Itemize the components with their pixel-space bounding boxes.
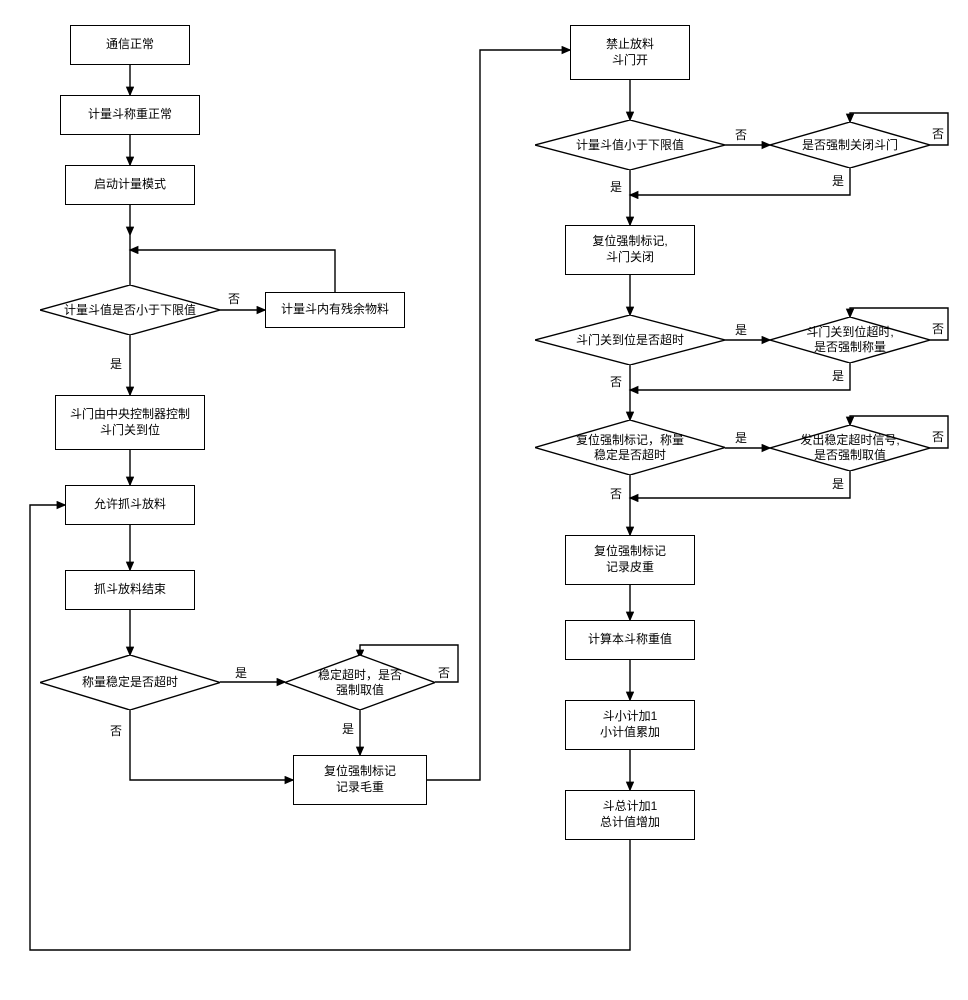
label-yes: 是	[832, 172, 844, 189]
label-yes: 是	[832, 367, 844, 384]
decision-lower-limit: 计量斗值是否小于下限值	[40, 285, 220, 335]
label-yes: 是	[832, 475, 844, 492]
decision-force-weigh: 斗门关到位超时, 是否强制称量	[770, 317, 930, 363]
label-yes: 是	[342, 720, 354, 737]
text: 斗小计加1 小计值累加	[600, 709, 660, 740]
text: 复位强制标记 记录皮重	[594, 544, 666, 575]
label-no: 否	[932, 125, 944, 142]
node-no-discharge-open: 禁止放料 斗门开	[570, 25, 690, 80]
text: 是否强制关闭斗门	[788, 138, 912, 153]
text: 斗门由中央控制器控制 斗门关到位	[70, 407, 190, 438]
text: 称量稳定是否超时	[68, 675, 192, 690]
text: 抓斗放料结束	[94, 582, 166, 598]
text: 通信正常	[106, 37, 154, 53]
label-no: 否	[438, 664, 450, 681]
decision-reset-stable-timeout: 复位强制标记，称量 稳定是否超时	[535, 420, 725, 475]
node-residual: 计量斗内有残余物料	[265, 292, 405, 328]
text: 复位强制标记 记录毛重	[324, 764, 396, 795]
label-yes: 是	[735, 429, 747, 446]
decision-force-close-door: 是否强制关闭斗门	[770, 122, 930, 168]
label-no: 否	[932, 428, 944, 445]
text: 计量斗称重正常	[88, 107, 172, 123]
text: 斗门关到位是否超时	[562, 333, 698, 348]
text: 允许抓斗放料	[94, 497, 166, 513]
text: 计量斗值是否小于下限值	[50, 303, 210, 318]
decision-close-timeout: 斗门关到位是否超时	[535, 315, 725, 365]
label-yes: 是	[735, 321, 747, 338]
label-yes: 是	[610, 178, 622, 195]
text: 禁止放料 斗门开	[606, 37, 654, 68]
text: 复位强制标记，称量 稳定是否超时	[562, 433, 698, 463]
text: 发出稳定超时信号, 是否强制取值	[786, 433, 913, 463]
text: 斗总计加1 总计值增加	[600, 799, 660, 830]
decision-r-lower-limit: 计量斗值小于下限值	[535, 120, 725, 170]
node-comm-normal: 通信正常	[70, 25, 190, 65]
text: 稳定超时，是否 强制取值	[304, 668, 416, 698]
text: 复位强制标记, 斗门关闭	[592, 234, 667, 265]
flowchart-canvas: 通信正常 计量斗称重正常 启动计量模式 计量斗值是否小于下限值 计量斗内有残余物…	[10, 10, 958, 990]
node-discharge-done: 抓斗放料结束	[65, 570, 195, 610]
node-weigh-normal: 计量斗称重正常	[60, 95, 200, 135]
text: 启动计量模式	[94, 177, 166, 193]
label-yes: 是	[110, 355, 122, 372]
text: 计算本斗称重值	[588, 632, 672, 648]
label-no: 否	[228, 290, 240, 307]
label-no: 否	[110, 722, 122, 739]
node-start-mode: 启动计量模式	[65, 165, 195, 205]
node-allow-discharge: 允许抓斗放料	[65, 485, 195, 525]
text: 计量斗内有残余物料	[281, 302, 389, 318]
label-no: 否	[610, 485, 622, 502]
text: 计量斗值小于下限值	[562, 138, 698, 153]
label-no: 否	[735, 126, 747, 143]
node-total-inc: 斗总计加1 总计值增加	[565, 790, 695, 840]
decision-force-value-right: 发出稳定超时信号, 是否强制取值	[770, 425, 930, 471]
node-calc-weight: 计算本斗称重值	[565, 620, 695, 660]
label-no: 否	[610, 373, 622, 390]
text: 斗门关到位超时, 是否强制称量	[792, 325, 907, 355]
node-record-tare: 复位强制标记 记录皮重	[565, 535, 695, 585]
node-record-gross: 复位强制标记 记录毛重	[293, 755, 427, 805]
decision-force-value-left: 稳定超时，是否 强制取值	[285, 655, 435, 710]
label-yes: 是	[235, 664, 247, 681]
node-subtotal-inc: 斗小计加1 小计值累加	[565, 700, 695, 750]
label-no: 否	[932, 320, 944, 337]
decision-stable-timeout: 称量稳定是否超时	[40, 655, 220, 710]
node-door-close-ctrl: 斗门由中央控制器控制 斗门关到位	[55, 395, 205, 450]
node-reset-close: 复位强制标记, 斗门关闭	[565, 225, 695, 275]
